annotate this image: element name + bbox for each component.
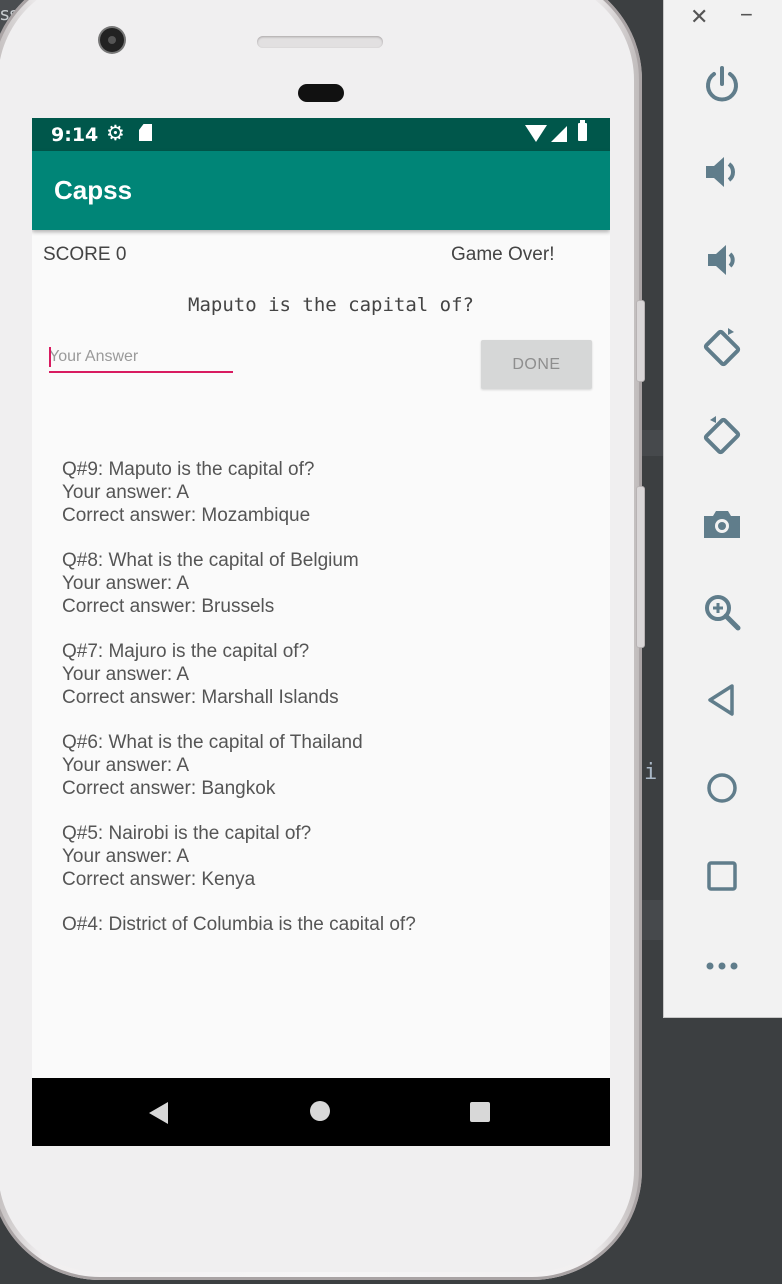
history-your-answer: Your answer: A	[62, 755, 190, 776]
proximity-sensor	[298, 84, 344, 102]
rotate-right-icon[interactable]	[698, 412, 746, 460]
history-entry: Q#5: Nairobi is the capital of? Your ans…	[62, 822, 582, 891]
power-icon[interactable]	[698, 60, 746, 108]
text-cursor	[49, 347, 51, 367]
history-entry: Q#6: What is the capital of Thailand You…	[62, 731, 582, 800]
minimize-icon[interactable]: −	[740, 2, 753, 28]
volume-up-icon[interactable]	[698, 148, 746, 196]
score-label: SCORE 0	[43, 244, 127, 265]
device-screen: 9:14 ⚙ Capss SCORE 0 Game Over! Maputo i…	[32, 118, 610, 1146]
history-correct-answer: Correct answer: Bangkok	[62, 778, 276, 799]
rotate-left-icon[interactable]	[698, 324, 746, 372]
app-title: Capss	[54, 175, 133, 205]
back-icon[interactable]	[698, 676, 746, 724]
history-your-answer: Your answer: A	[62, 482, 190, 503]
emulator-toolbar: ✕ −	[663, 0, 782, 1018]
history-question: Q#6: What is the capital of Thailand	[62, 732, 363, 753]
side-button-lower	[636, 486, 645, 648]
app-toolbar: Capss	[32, 151, 610, 230]
game-status-label: Game Over!	[451, 244, 555, 265]
history-entry: Q#4: District of Columbia is the capital…	[62, 913, 582, 930]
history-correct-answer: Correct answer: Kenya	[62, 869, 256, 890]
history-entry: Q#9: Maputo is the capital of? Your answ…	[62, 458, 582, 527]
done-button[interactable]: DONE	[481, 340, 592, 389]
navigation-bar	[32, 1078, 610, 1146]
answer-input[interactable]	[49, 343, 233, 373]
answer-history-list[interactable]: Q#9: Maputo is the capital of? Your answ…	[62, 458, 582, 930]
status-bar: 9:14 ⚙	[32, 118, 610, 151]
history-entry: Q#8: What is the capital of Belgium Your…	[62, 549, 582, 618]
wifi-icon	[525, 125, 547, 142]
battery-icon	[578, 120, 587, 141]
history-correct-answer: Correct answer: Marshall Islands	[62, 687, 339, 708]
sd-card-icon	[139, 124, 152, 141]
status-time: 9:14	[51, 124, 99, 146]
ide-code-fragment: i	[644, 760, 658, 785]
history-question: Q#9: Maputo is the capital of?	[62, 459, 315, 480]
nav-recents-icon[interactable]	[470, 1102, 490, 1122]
history-correct-answer: Correct answer: Brussels	[62, 596, 275, 617]
history-question: Q#7: Majuro is the capital of?	[62, 641, 310, 662]
nav-back-icon[interactable]	[149, 1102, 168, 1124]
history-entry: Q#7: Majuro is the capital of? Your answ…	[62, 640, 582, 709]
history-your-answer: Your answer: A	[62, 573, 190, 594]
overview-icon[interactable]	[698, 852, 746, 900]
camera-icon[interactable]	[698, 500, 746, 548]
history-question: Q#4: District of Columbia is the capital…	[62, 914, 416, 930]
question-text: Maputo is the capital of?	[188, 294, 474, 316]
close-icon[interactable]: ✕	[690, 4, 708, 30]
earpiece-speaker	[257, 36, 383, 48]
history-correct-answer: Correct answer: Mozambique	[62, 505, 311, 526]
volume-down-icon[interactable]	[698, 236, 746, 284]
front-camera	[100, 28, 124, 52]
history-your-answer: Your answer: A	[62, 846, 190, 867]
history-question: Q#5: Nairobi is the capital of?	[62, 823, 312, 844]
settings-icon: ⚙	[106, 122, 125, 145]
signal-icon	[551, 126, 567, 142]
zoom-icon[interactable]	[698, 588, 746, 636]
nav-home-icon[interactable]	[310, 1101, 330, 1121]
side-button-upper	[636, 300, 645, 382]
history-your-answer: Your answer: A	[62, 664, 190, 685]
home-icon[interactable]	[698, 764, 746, 812]
more-icon[interactable]	[698, 940, 746, 988]
history-question: Q#8: What is the capital of Belgium	[62, 550, 359, 571]
